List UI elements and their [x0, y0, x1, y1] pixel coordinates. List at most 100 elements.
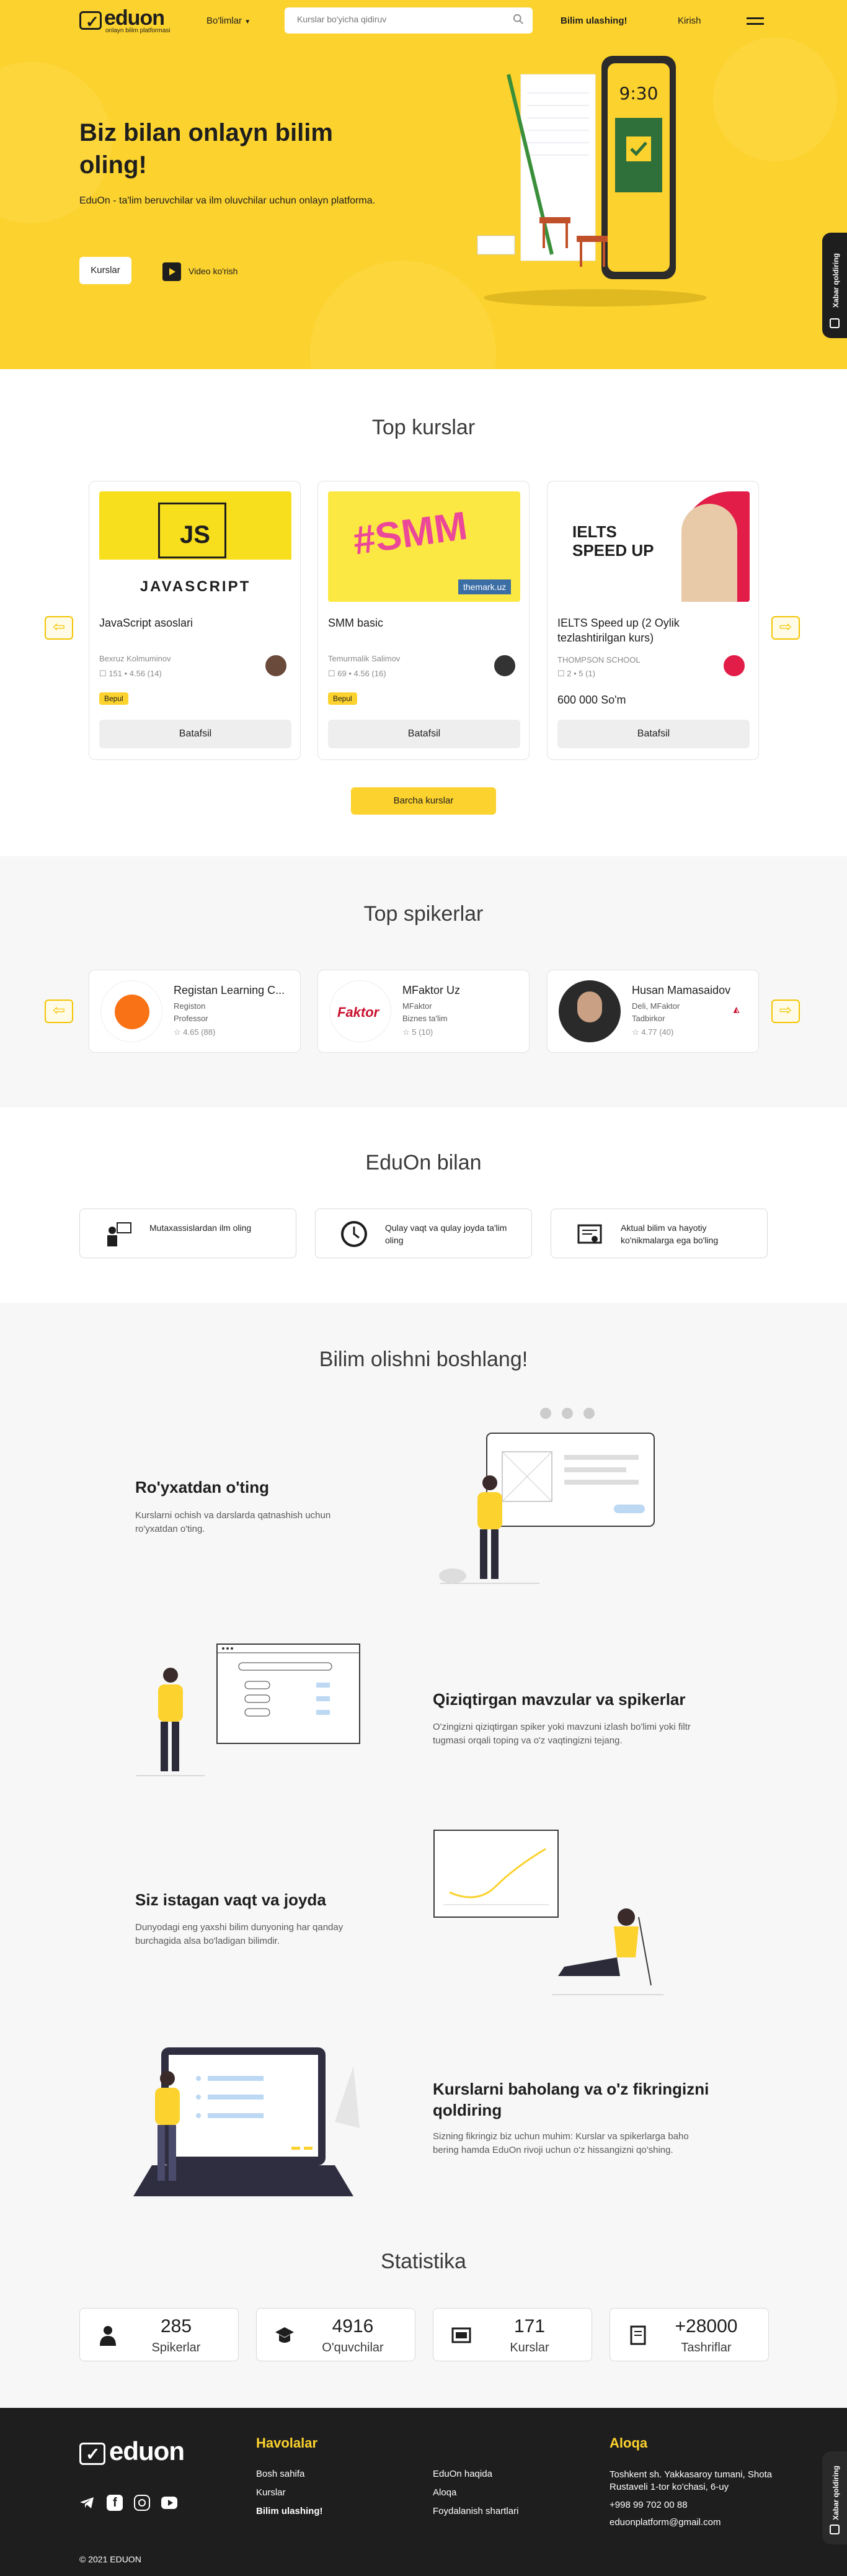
visits-icon [630, 2325, 646, 2345]
search-illustration [136, 1644, 360, 1776]
arrow-right-icon[interactable]: ⇨ [771, 616, 800, 640]
course-title[interactable]: JavaScript asoslari [99, 615, 254, 630]
course-card[interactable]: JS JAVASCRIPT JavaScript asoslari Bexruz… [89, 481, 301, 760]
stat-label: Spikerlar [151, 2341, 201, 2355]
speaker-card[interactable]: Faktor MFaktor Uz MFaktor Biznes ta'lim … [317, 970, 530, 1053]
step-description: Sizning fikringiz biz uchun muhim: Kursl… [433, 2131, 689, 2155]
telegram-icon[interactable] [79, 2497, 94, 2509]
certificate-icon [577, 1224, 602, 1244]
search-icon[interactable] [513, 14, 524, 25]
logo-check-icon: ✓ [86, 12, 99, 31]
feature-card: Mutaxassislardan ilm oling [79, 1209, 296, 1258]
message-icon [830, 318, 840, 328]
feature-card: Qulay vaqt va qulay joyda ta'lim oling [315, 1209, 532, 1258]
categories-dropdown[interactable]: Bo'limlar ▼ [206, 16, 251, 26]
register-illustration [439, 1408, 655, 1584]
hero-section: ✓ eduon onlayn bilim platformasi Bo'liml… [0, 0, 847, 369]
top-courses-title: Top kurslar [371, 416, 476, 439]
speaker-card[interactable]: Husan Mamasaidov Deli, MFaktor Tadbirkor… [547, 970, 759, 1053]
all-courses-button[interactable]: Barcha kurslar [351, 787, 496, 815]
stat-card: 171 Kurslar [433, 2308, 592, 2361]
rating-illustration [133, 2047, 360, 2196]
facebook-icon[interactable]: f [107, 2495, 123, 2511]
free-badge: Bepul [99, 692, 128, 705]
search-input[interactable] [297, 14, 502, 24]
footer-link-home[interactable]: Bosh sahifa [256, 2469, 304, 2479]
course-author: THOMPSON SCHOOL [557, 655, 641, 664]
js-logo-text: JS [180, 521, 210, 548]
course-meta: ☐ 69 • 4.56 (16) [328, 669, 386, 679]
footer: ✓ eduon f Havolalar Bosh sahifa Kurslar … [0, 2408, 847, 2576]
anytime-illustration [433, 1830, 663, 1995]
courses-button[interactable]: Kurslar [79, 257, 131, 284]
youtube-icon[interactable] [161, 2497, 177, 2509]
stat-card: 4916 O'quvchilar [256, 2308, 415, 2361]
play-icon [162, 262, 181, 282]
footer-phone[interactable]: +998 99 702 00 88 [610, 2500, 688, 2510]
speaker-rating-value: 4.65 (88) [183, 1027, 216, 1037]
school-logo [722, 654, 746, 678]
arrow-left-icon[interactable]: ⇦ [45, 616, 73, 640]
course-title[interactable]: SMM basic [328, 615, 483, 630]
course-card[interactable]: #SMM themark.uz SMM basic Temurmalik Sal… [317, 481, 530, 760]
start-section [0, 1303, 847, 2408]
footer-link-about[interactable]: EduOn haqida [433, 2469, 492, 2479]
speaker-rating-value: 5 (10) [412, 1027, 433, 1037]
footer-logo-check-icon: ✓ [86, 2444, 100, 2464]
login-link[interactable]: Kirish [678, 16, 701, 26]
smm-logo-text: #SMM [350, 503, 471, 563]
arrow-right-icon[interactable]: ⇨ [771, 1000, 800, 1023]
course-card[interactable]: IELTS SPEED UP IELTS Speed up (2 Oylik t… [547, 481, 759, 760]
speaker-name[interactable]: Husan Mamasaidov [632, 984, 750, 997]
stat-card: 285 Spikerlar [79, 2308, 239, 2361]
statistics-title: Statistika [381, 2250, 466, 2273]
menu-icon[interactable] [747, 17, 764, 25]
video-button[interactable]: Video ko'rish [162, 262, 238, 282]
instagram-icon[interactable] [134, 2495, 150, 2511]
footer-link-contact[interactable]: Aloqa [433, 2487, 456, 2498]
details-button[interactable]: Batafsil [99, 720, 291, 748]
feedback-tab[interactable]: Xabar qoldiring [822, 2451, 847, 2544]
graduation-cap-icon [275, 2327, 294, 2343]
course-price: 600 000 So'm [557, 694, 626, 706]
mfaktor-logo-icon: ◭ [734, 1005, 740, 1014]
search-bar[interactable] [285, 7, 533, 34]
footer-link-courses[interactable]: Kurslar [256, 2487, 286, 2498]
course-meta-text: 69 • 4.56 (16) [337, 669, 386, 678]
avatar: Faktor [329, 980, 391, 1042]
students-icon: ☐ [99, 669, 109, 678]
course-meta: ☐ 2 • 5 (1) [557, 669, 595, 679]
speaker-card[interactable]: Registan Learning C... Registon Professo… [89, 970, 301, 1053]
chevron-down-icon: ▼ [244, 19, 251, 25]
step-description: Dunyodagi eng yaxshi bilim dunyoning har… [135, 1922, 344, 1946]
top-speakers-title: Top spikerlar [363, 902, 484, 926]
speaker-rating: ☆ 4.77 (40) [632, 1027, 673, 1037]
speaker-role: Professor [174, 1014, 208, 1023]
avatar [493, 654, 517, 678]
footer-link-share[interactable]: Bilim ulashing! [256, 2506, 323, 2516]
video-button-label: Video ko'rish [188, 266, 238, 276]
speaker-name[interactable]: MFaktor Uz [402, 984, 520, 997]
links-title: Havolalar [256, 2435, 318, 2451]
hero-title: Biz bilan onlayn bilim oling! [79, 119, 333, 179]
share-knowledge-link[interactable]: Bilim ulashing! [561, 16, 627, 26]
step-title: Ro'yxatdan o'ting [135, 1478, 270, 1496]
speaker-name[interactable]: Registan Learning C... [174, 984, 291, 997]
feature-text: Qulay vaqt va qulay joyda ta'lim oling [385, 1223, 507, 1245]
contact-title: Aloqa [610, 2435, 648, 2451]
details-button[interactable]: Batafsil [557, 720, 750, 748]
feedback-tab-label: Xabar qoldiring [831, 2466, 840, 2521]
speaker-company: MFaktor [402, 1001, 432, 1011]
arrow-left-icon[interactable]: ⇦ [45, 1000, 73, 1023]
details-button[interactable]: Batafsil [328, 720, 520, 748]
feature-card: Aktual bilim va hayotiy ko'nikmalarga eg… [551, 1209, 768, 1258]
feature-text: Aktual bilim va hayotiy ko'nikmalarga eg… [621, 1223, 719, 1245]
course-title[interactable]: IELTS Speed up (2 Oylik tezlashtirilgan … [557, 615, 712, 645]
speaker-role: Tadbirkor [632, 1014, 665, 1023]
footer-link-terms[interactable]: Foydalanish shartlari [433, 2506, 518, 2516]
hero-decor [713, 37, 837, 161]
footer-email[interactable]: eduonplatform@gmail.com [610, 2517, 721, 2528]
speaker-rating: ☆ 4.65 (88) [174, 1027, 215, 1037]
footer-logo[interactable]: eduon [109, 2436, 185, 2466]
feedback-tab[interactable]: Xabar qoldiring [822, 233, 847, 338]
